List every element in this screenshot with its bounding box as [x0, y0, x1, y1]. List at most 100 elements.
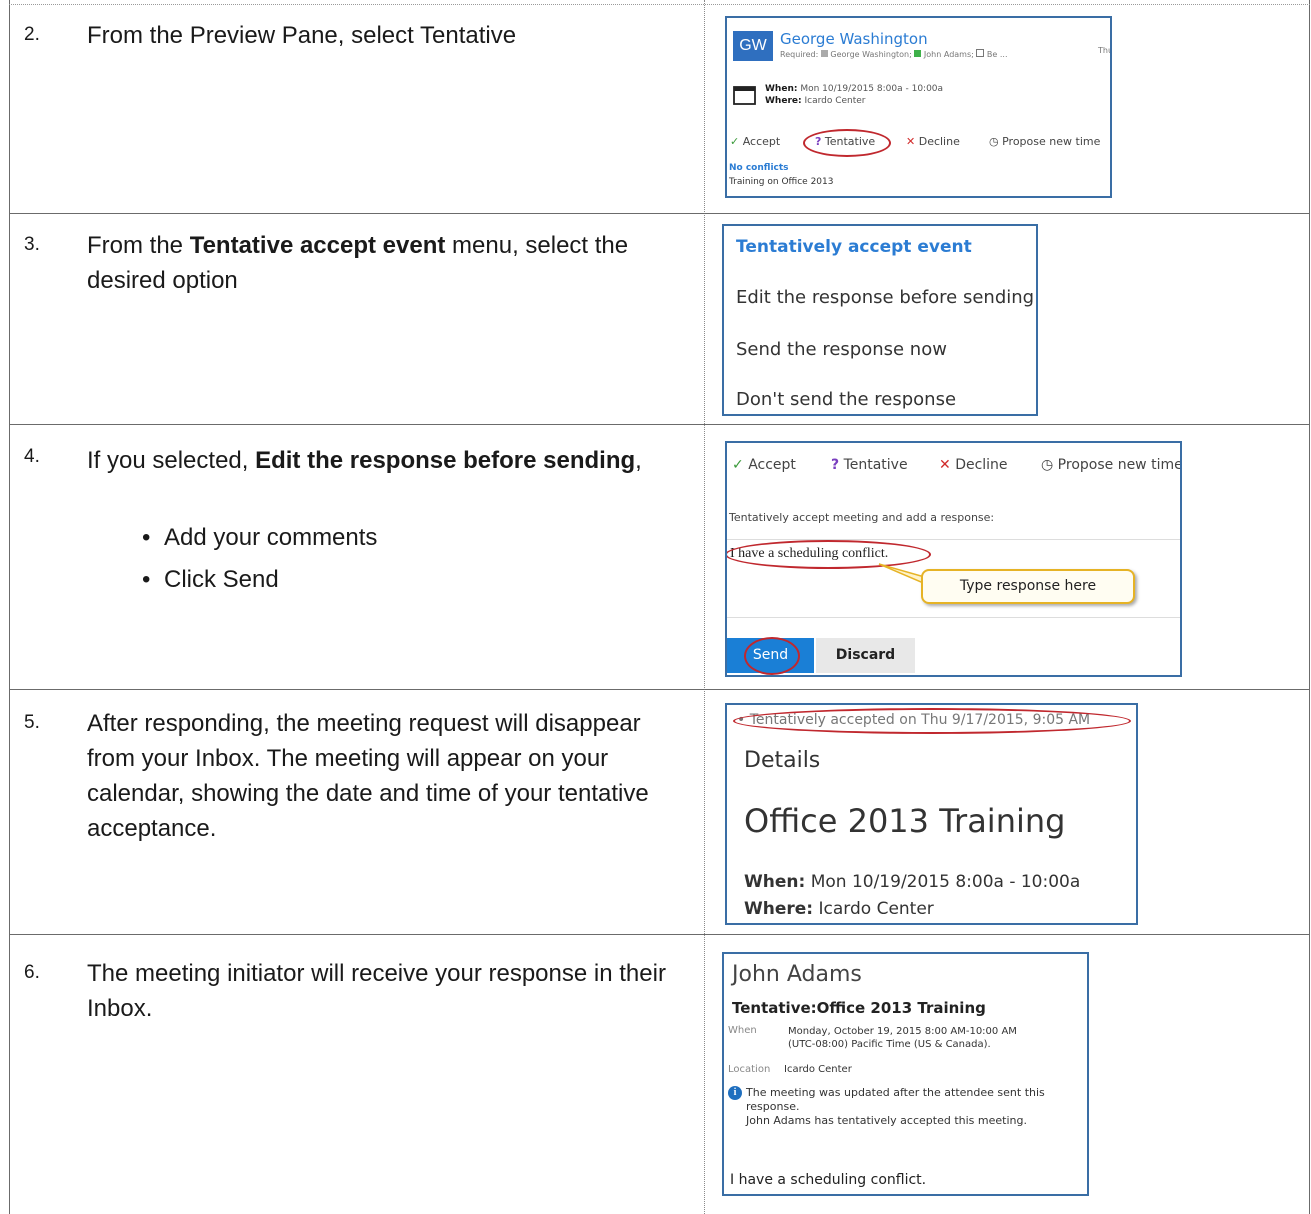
step-instruction: From the Preview Pane, select Tentative: [87, 22, 517, 49]
decline-button[interactable]: ✕ Decline: [906, 135, 960, 148]
preview-pane-screenshot: GW George Washington Required: George Wa…: [725, 16, 1112, 198]
divider: [727, 617, 1180, 618]
step-number: 3.: [24, 234, 40, 255]
when-row: When: Mon 10/19/2015 8:00a - 10:00a: [744, 872, 1080, 892]
propose-label: Propose new time: [1057, 457, 1182, 473]
step-instruction: The meeting initiator will receive your …: [87, 960, 666, 1022]
details-heading: Details: [744, 748, 821, 773]
when-value: Mon 10/19/2015 8:00a - 10:00a: [810, 872, 1081, 892]
when-row: When: Mon 10/19/2015 8:00a - 10:00a: [765, 84, 943, 94]
required-attendees: Required: George Washington; John Adams;…: [780, 49, 1008, 59]
when-value: Mon 10/19/2015 8:00a - 10:00a: [800, 84, 944, 94]
event-title: Office 2013 Training: [744, 802, 1066, 840]
info-icon: i: [728, 1086, 742, 1100]
step-text-bold: Tentative accept event: [189, 232, 446, 259]
step-instruction: From the Tentative accept event menu, se…: [87, 228, 687, 298]
location-label: Location: [728, 1064, 771, 1075]
decline-label: Decline: [955, 457, 1008, 473]
table-column-divider: [704, 0, 705, 1214]
propose-label: Propose new time: [1002, 135, 1101, 148]
step-instruction: If you selected, Edit the response befor…: [87, 443, 647, 478]
decline-label: Decline: [918, 135, 960, 148]
meeting-subject: Training on Office 2013: [729, 177, 834, 187]
response-subject: Tentative:Office 2013 Training: [732, 999, 986, 1017]
bullet-item: Add your comments: [142, 517, 377, 559]
step-instruction: After responding, the meeting request wi…: [87, 710, 649, 842]
inbox-response-screenshot: John Adams Tentative:Office 2013 Trainin…: [722, 952, 1089, 1196]
when-line: (UTC-08:00) Pacific Time (US & Canada).: [788, 1039, 991, 1050]
menu-item-dont-send[interactable]: Don't send the response: [736, 389, 956, 410]
table-row-divider: [9, 213, 1310, 214]
location-value: Icardo Center: [784, 1064, 852, 1075]
step-number: 4.: [24, 446, 40, 467]
avatar: GW: [733, 31, 773, 61]
decline-button[interactable]: ✕ Decline: [939, 457, 1008, 473]
step-text-part: From the: [87, 232, 190, 259]
step-number: 5.: [24, 712, 40, 733]
clock-icon: ◷: [1041, 457, 1054, 473]
bullet-list: Add your comments Click Send: [142, 517, 377, 601]
question-mark-icon: ?: [831, 457, 840, 473]
discard-button[interactable]: Discard: [816, 638, 915, 673]
info-line: response.: [746, 1100, 800, 1113]
conflicts-link[interactable]: No conflicts: [729, 163, 789, 173]
highlight-oval: [803, 129, 891, 157]
table-border-left: [9, 0, 10, 1214]
where-label: Where:: [744, 899, 814, 919]
menu-item-edit-response[interactable]: Edit the response before sending: [736, 287, 1034, 308]
accept-button[interactable]: ✓ Accept: [730, 135, 780, 148]
when-label: When: [728, 1025, 757, 1036]
accept-label: Accept: [748, 457, 796, 473]
callout-tooltip: Type response here: [921, 569, 1135, 604]
info-message: The meeting was updated after the attend…: [746, 1086, 1045, 1128]
step-text-part: ,: [635, 447, 642, 474]
where-row: Where: Icardo Center: [765, 96, 866, 106]
step-text-bold: Edit the response before sending: [255, 447, 636, 474]
menu-title: Tentatively accept event: [736, 237, 972, 257]
tentative-button[interactable]: ? Tentative: [831, 457, 908, 473]
status-square-icon: [820, 50, 828, 57]
when-label: When:: [744, 872, 806, 892]
propose-new-time-button[interactable]: ◷ Propose new time: [1041, 457, 1182, 473]
response-editor-screenshot: ✓ Accept ? Tentative ✕ Decline ◷ Propose…: [725, 441, 1182, 677]
x-icon: ✕: [939, 457, 951, 473]
tentative-menu-screenshot: Tentatively accept event Edit the respon…: [722, 224, 1038, 416]
when-line: Monday, October 19, 2015 8:00 AM-10:00 A…: [788, 1026, 1017, 1037]
checkmark-icon: ✓: [730, 135, 740, 148]
where-value: Icardo Center: [818, 899, 934, 919]
highlight-oval: [744, 637, 800, 675]
response-message: I have a scheduling conflict.: [730, 1172, 927, 1188]
where-label: Where:: [765, 96, 802, 106]
propose-new-time-button[interactable]: ◷ Propose new time: [989, 135, 1100, 148]
attendee: Be ...: [986, 50, 1008, 59]
status-square-icon: [914, 50, 922, 57]
table-row-divider: [9, 4, 1310, 5]
clock-icon: ◷: [989, 135, 999, 148]
highlight-oval: [733, 708, 1131, 734]
step-number: 6.: [24, 962, 40, 983]
organizer-name: George Washington: [780, 30, 928, 48]
attendee: John Adams;: [923, 50, 977, 59]
where-row: Where: Icardo Center: [744, 899, 934, 919]
calendar-details-screenshot: • Tentatively accepted on Thu 9/17/2015,…: [725, 703, 1138, 925]
table-row-divider: [9, 934, 1310, 935]
sender-name: John Adams: [732, 962, 862, 987]
info-line: John Adams has tentatively accepted this…: [746, 1114, 1027, 1127]
table-border-right: [1309, 0, 1310, 1214]
where-value: Icardo Center: [804, 96, 866, 106]
tentative-label: Tentative: [843, 457, 908, 473]
table-row-divider: [9, 689, 1310, 690]
status-square-icon: [976, 49, 985, 57]
checkmark-icon: ✓: [732, 457, 744, 473]
when-label: When:: [765, 84, 798, 94]
calendar-icon: [733, 86, 756, 105]
date-truncated: Thu: [1098, 46, 1112, 55]
when-value: Monday, October 19, 2015 8:00 AM-10:00 A…: [788, 1025, 1017, 1051]
accept-label: Accept: [742, 135, 781, 148]
step-number: 2.: [24, 24, 40, 45]
required-label: Required:: [780, 50, 819, 59]
accept-button[interactable]: ✓ Accept: [732, 457, 796, 473]
menu-item-send-now[interactable]: Send the response now: [736, 339, 947, 360]
attendee: George Washington;: [830, 50, 915, 59]
response-prompt: Tentatively accept meeting and add a res…: [729, 511, 995, 524]
